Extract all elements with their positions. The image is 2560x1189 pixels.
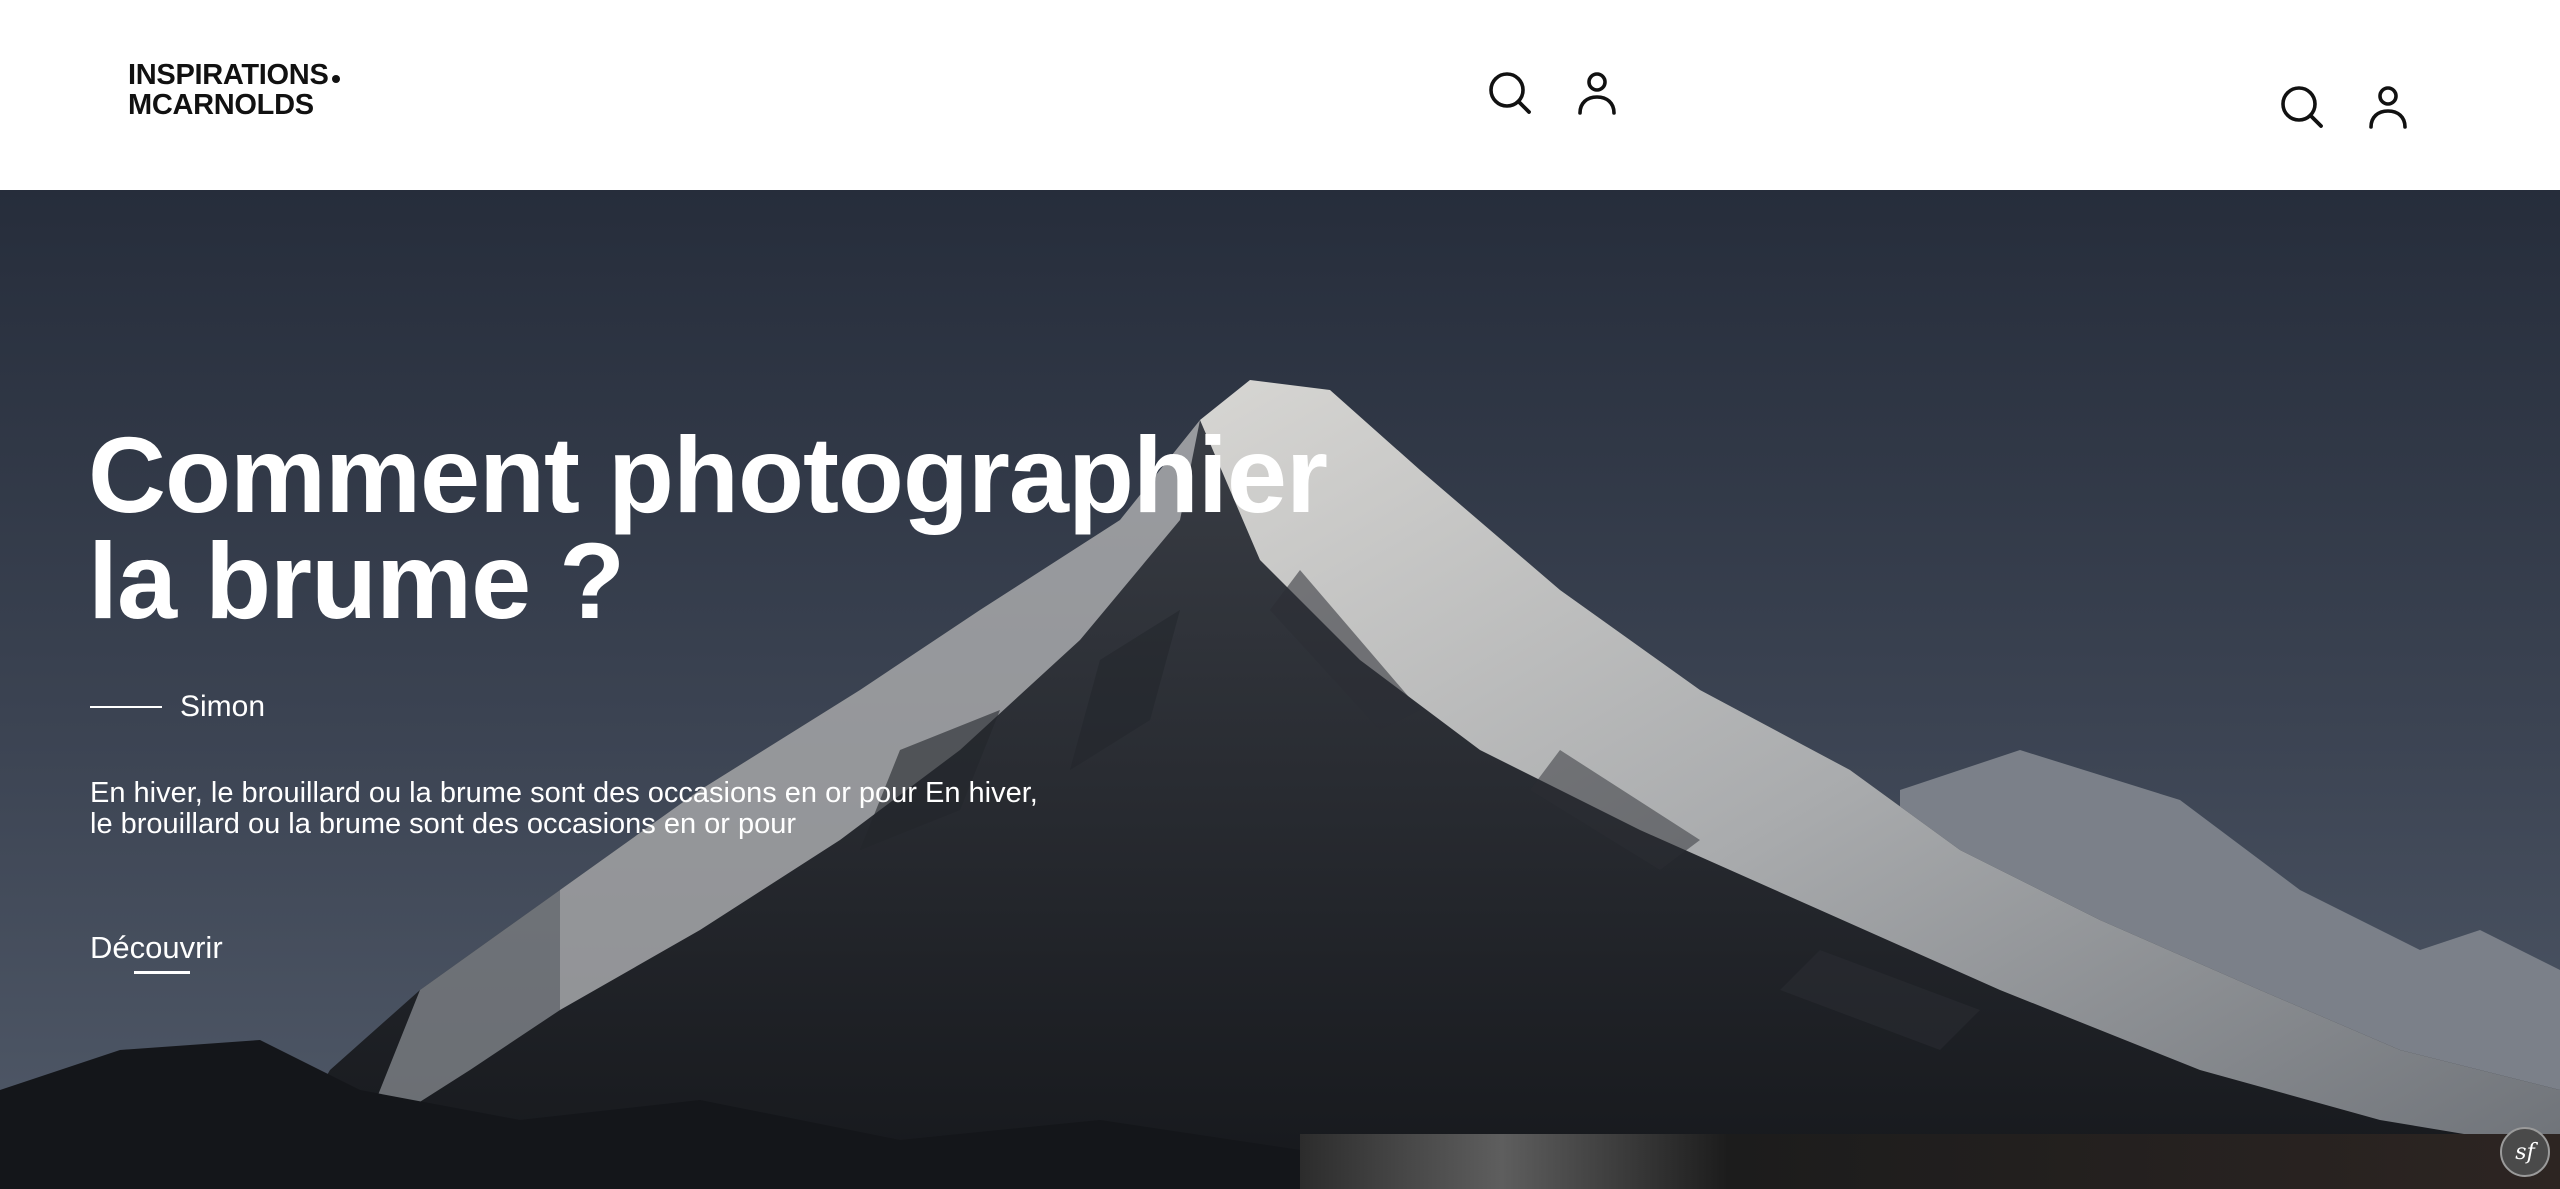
hero-section: Comment photographier la brume ? Simon E…	[0, 190, 2560, 1189]
title-line2: la brume ?	[88, 520, 625, 641]
search-button-secondary[interactable]	[2272, 77, 2332, 137]
site-logo[interactable]: INSPIRATIONS MCARNOLDS	[128, 60, 340, 120]
user-icon	[2369, 86, 2407, 129]
author-rule	[90, 706, 162, 708]
excerpt-line2: le brouillard ou la brume sont des occas…	[90, 808, 797, 840]
account-button[interactable]	[1567, 63, 1627, 123]
site-header: INSPIRATIONS MCARNOLDS	[0, 0, 2560, 190]
next-slide-preview[interactable]	[1300, 1134, 2560, 1189]
account-button-secondary[interactable]	[2358, 77, 2418, 137]
author-byline: Simon	[90, 690, 265, 724]
debug-toolbar-toggle[interactable]: sf	[2500, 1127, 2550, 1177]
logo-line1: INSPIRATIONS	[128, 59, 329, 91]
discover-link[interactable]: Découvrir	[90, 930, 223, 974]
debug-toolbar-label: sf	[2515, 1139, 2535, 1165]
article-excerpt: En hiver, le brouillard ou la brume sont…	[90, 778, 1210, 840]
discover-label: Découvrir	[90, 930, 223, 965]
logo-line2: MCARNOLDS	[128, 89, 314, 121]
search-icon	[1489, 72, 1531, 114]
title-line1: Comment photographier	[88, 414, 1328, 535]
article-title: Comment photographier la brume ?	[88, 414, 1488, 641]
hero-mountain-image	[0, 190, 2560, 1189]
logo-dot	[331, 75, 340, 83]
author-name: Simon	[180, 690, 266, 723]
search-icon	[2281, 86, 2323, 128]
user-icon	[1578, 72, 1616, 115]
search-button[interactable]	[1480, 63, 1540, 123]
discover-underline	[134, 971, 190, 974]
excerpt-line1: En hiver, le brouillard ou la brume sont…	[90, 777, 1038, 809]
